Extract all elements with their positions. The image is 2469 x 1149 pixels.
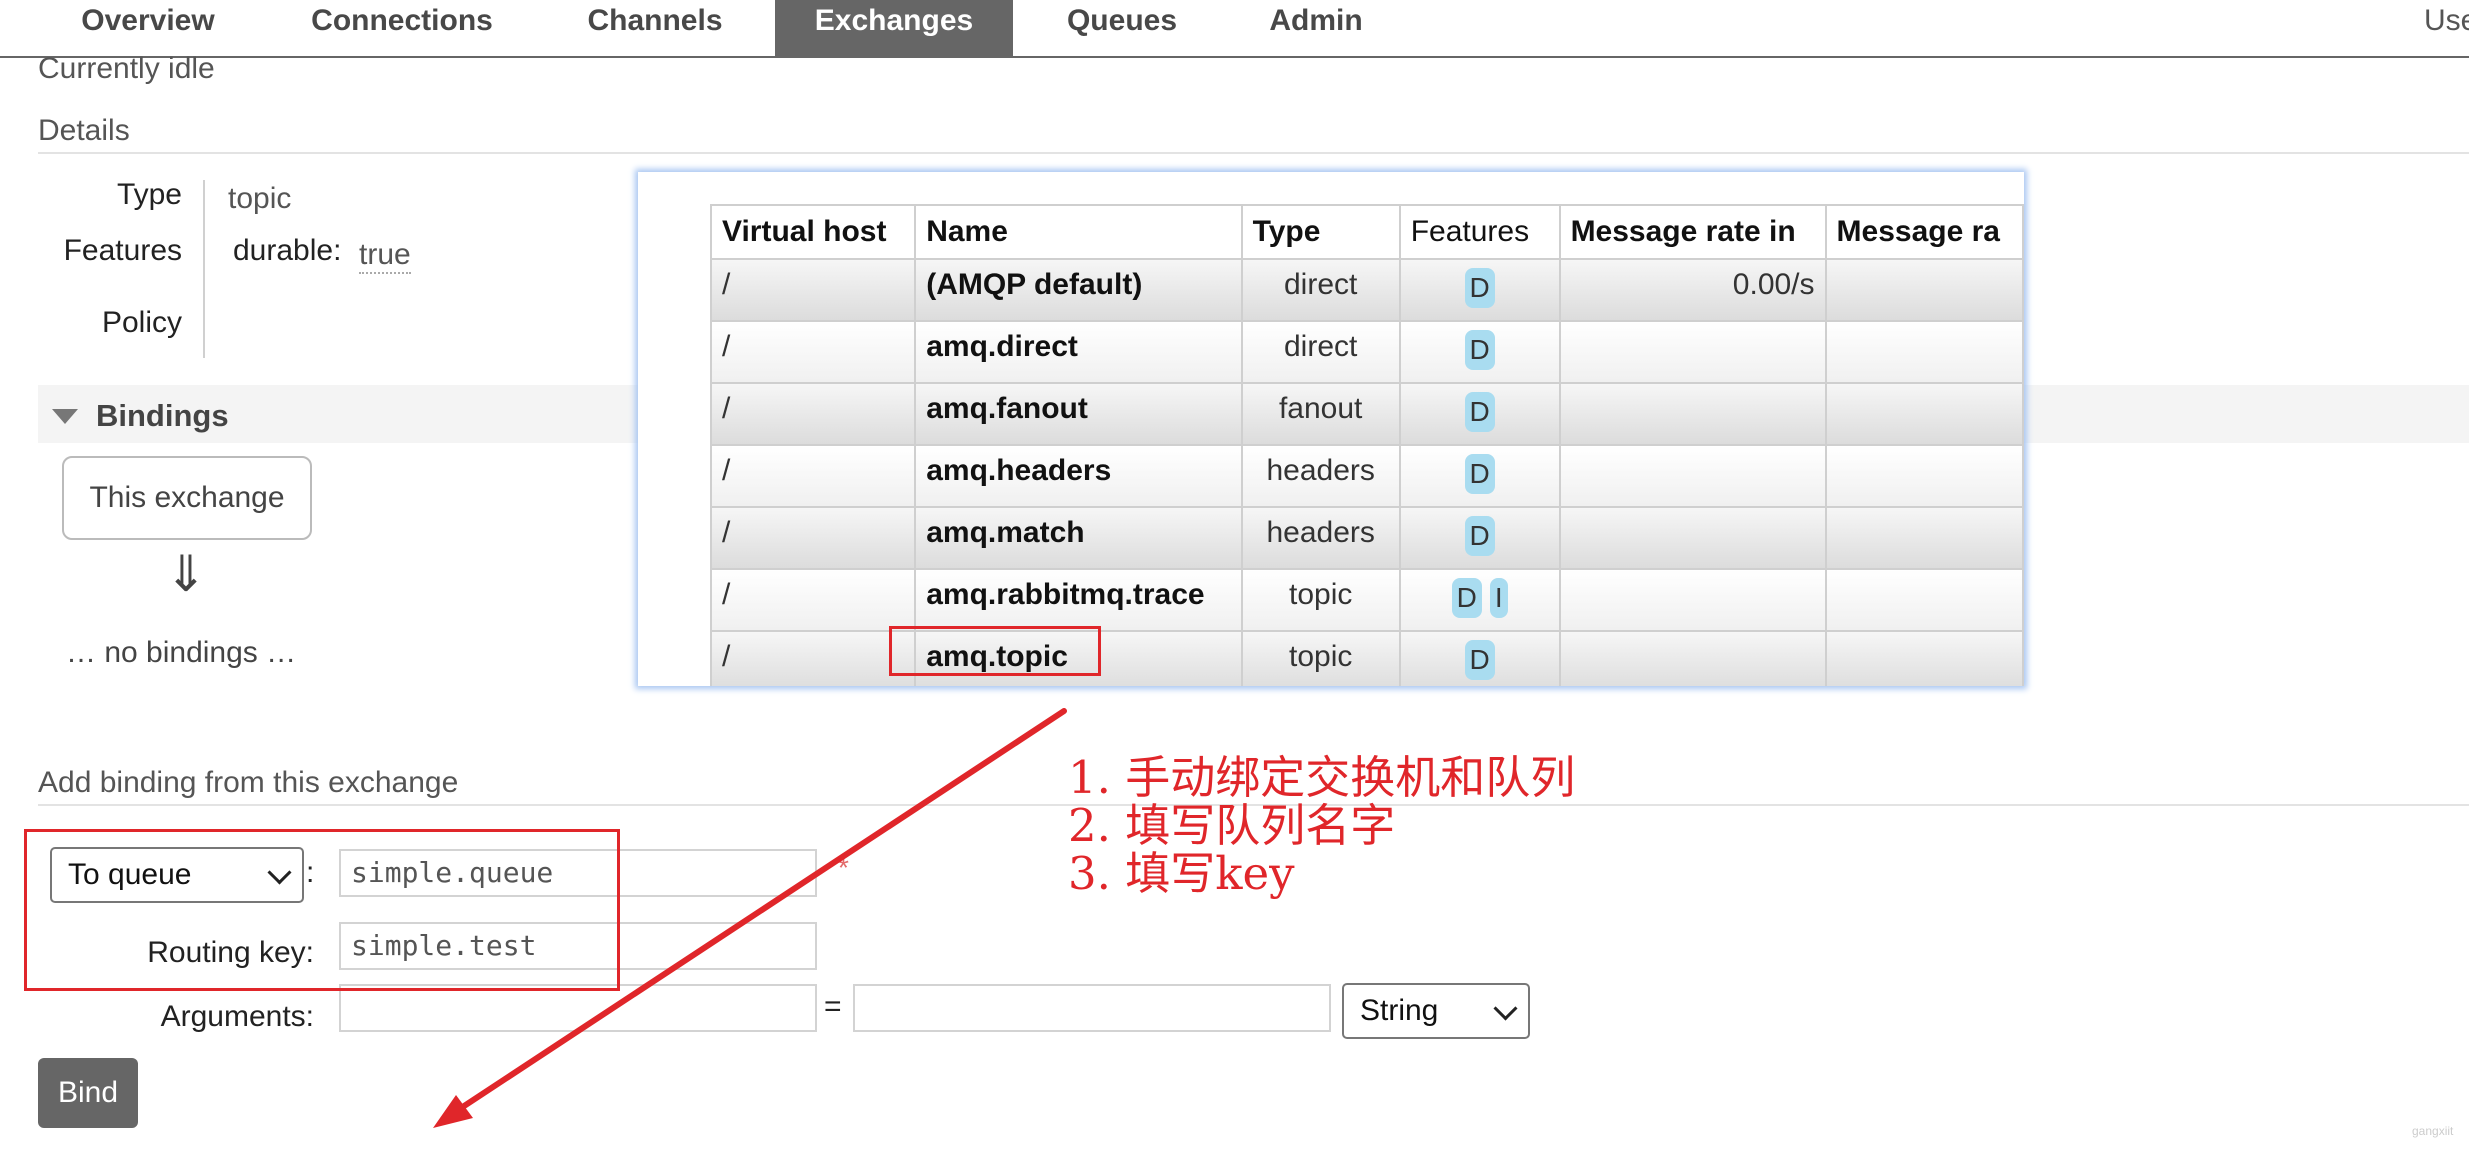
watermark: gangxiit	[2412, 1124, 2454, 1138]
annotation-arrow-line	[452, 708, 1067, 1115]
annotation-line: 2. 填写队列名字	[1068, 799, 1396, 852]
annotation-text: 1. 手动绑定交换机和队列 2. 填写队列名字 3. 填写key	[1068, 754, 1575, 898]
annotation-arrow-head-icon	[433, 1095, 473, 1128]
annotation-line: 1. 手动绑定交换机和队列	[1068, 751, 1576, 804]
annotation-line: 3. 填写key	[1068, 847, 1295, 900]
annotation-arrow	[433, 708, 1067, 1128]
